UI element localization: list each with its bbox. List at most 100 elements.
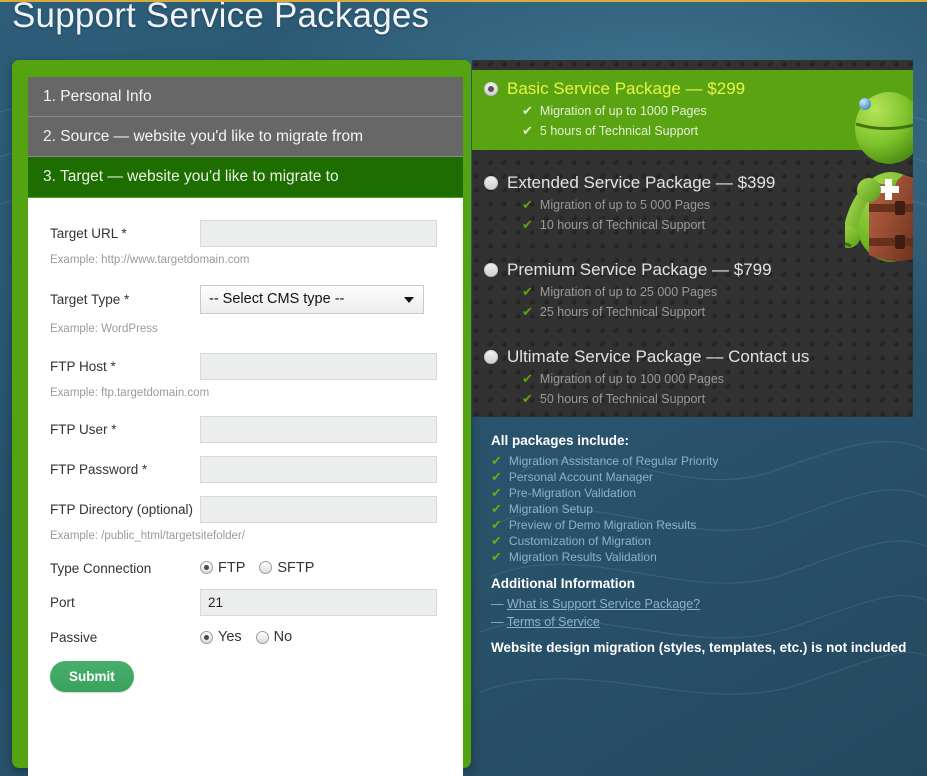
- check-icon: ✔: [491, 549, 502, 564]
- additional-information-heading: Additional Information: [491, 576, 635, 591]
- package-basic-title: Basic Service Package — $299: [507, 79, 746, 98]
- ftp-user-label: FTP User *: [50, 422, 117, 437]
- step-tab-personal-info[interactable]: 1. Personal Info: [28, 77, 463, 117]
- feature-text: 50 hours of Technical Support: [539, 392, 706, 406]
- step-tab-target[interactable]: 3. Target — website you'd like to migrat…: [28, 157, 463, 197]
- package-premium-feature-1: ✔ Migration of up to 25 000 Pages: [522, 284, 913, 300]
- include-item-label: Migration Setup: [508, 502, 593, 516]
- check-icon: ✔: [522, 371, 533, 386]
- package-ultimate-feature-2: ✔ 50 hours of Technical Support: [522, 391, 913, 407]
- target-url-input[interactable]: [200, 220, 437, 247]
- passive-radio-group: Yes No: [200, 628, 306, 646]
- link-what-is-support-service-package[interactable]: What is Support Service Package?: [507, 597, 700, 611]
- radio-package-extended[interactable]: [484, 176, 498, 190]
- include-item: ✔ Customization of Migration: [491, 533, 911, 549]
- target-type-selected-value: -- Select CMS type --: [209, 291, 345, 307]
- ftp-password-label: FTP Password *: [50, 462, 148, 477]
- include-item: ✔ Personal Account Manager: [491, 469, 911, 485]
- field-row-type-connection: Type Connection FTP SFTP: [28, 542, 463, 577]
- check-icon: ✔: [522, 123, 533, 138]
- type-connection-radio-group: FTP SFTP: [200, 559, 328, 577]
- field-row-target-url: Target URL *: [28, 198, 463, 247]
- ftp-directory-example: Example: /public_html/targetsitefolder/: [50, 530, 245, 542]
- radio-ftp[interactable]: [200, 561, 213, 575]
- package-extended-title: Extended Service Package — $399: [507, 173, 776, 192]
- include-item-label: Migration Assistance of Regular Priority: [508, 454, 719, 468]
- page-title: Support Service Packages: [12, 0, 430, 35]
- radio-package-premium[interactable]: [484, 263, 498, 277]
- include-item-label: Customization of Migration: [508, 534, 651, 548]
- radio-passive-no-label[interactable]: No: [274, 629, 293, 645]
- passive-label: Passive: [50, 629, 98, 645]
- check-icon: ✔: [491, 453, 502, 468]
- feature-text: Migration of up to 25 000 Pages: [539, 285, 718, 299]
- field-row-ftp-password: FTP Password *: [28, 443, 463, 483]
- check-icon: ✔: [491, 533, 502, 548]
- target-url-label: Target URL *: [50, 226, 127, 241]
- port-input[interactable]: [200, 589, 437, 617]
- check-icon: ✔: [522, 391, 533, 406]
- include-item: ✔ Preview of Demo Migration Results: [491, 517, 911, 533]
- design-migration-notice: Website design migration (styles, templa…: [491, 640, 907, 655]
- radio-sftp[interactable]: [259, 561, 273, 575]
- feature-text: Migration of up to 100 000 Pages: [539, 372, 725, 386]
- check-icon: ✔: [491, 501, 502, 516]
- chevron-down-icon: [404, 297, 414, 303]
- ftp-user-input[interactable]: [200, 416, 437, 443]
- dash-icon: —: [491, 597, 504, 611]
- ftp-host-input[interactable]: [200, 353, 437, 380]
- package-option-ultimate[interactable]: Ultimate Service Package — Contact us ✔ M…: [472, 338, 913, 417]
- additional-link-row: — Terms of Service: [491, 613, 911, 631]
- radio-sftp-label[interactable]: SFTP: [277, 560, 314, 576]
- check-icon: ✔: [491, 469, 502, 484]
- package-ultimate-feature-1: ✔ Migration of up to 100 000 Pages: [522, 371, 913, 387]
- include-item: ✔ Pre-Migration Validation: [491, 485, 911, 501]
- feature-text: 25 hours of Technical Support: [539, 305, 706, 319]
- check-icon: ✔: [522, 103, 533, 118]
- ftp-password-input[interactable]: [200, 456, 437, 483]
- includes-section: All packages include: ✔ Migration Assista…: [491, 433, 911, 655]
- target-url-example: Example: http://www.targetdomain.com: [50, 254, 250, 266]
- step-tab-source[interactable]: 2. Source — website you'd like to migrat…: [28, 117, 463, 157]
- mascot-illustration: [845, 92, 913, 262]
- field-row-passive: Passive Yes No: [28, 616, 463, 646]
- include-item-label: Migration Results Validation: [508, 550, 657, 564]
- radio-package-ultimate[interactable]: [484, 350, 498, 364]
- include-item: ✔ Migration Setup: [491, 501, 911, 517]
- package-ultimate-header: Ultimate Service Package — Contact us: [484, 347, 913, 367]
- includes-heading: All packages include:: [491, 433, 630, 448]
- radio-ftp-label[interactable]: FTP: [218, 560, 245, 576]
- check-icon: ✔: [522, 217, 533, 232]
- field-row-target-type: Target Type * -- Select CMS type --: [28, 266, 463, 314]
- radio-passive-yes-label[interactable]: Yes: [218, 629, 242, 645]
- migration-form-card: 1. Personal Info 2. Source — website you…: [12, 60, 471, 776]
- feature-text: Migration of up to 5 000 Pages: [539, 198, 711, 212]
- additional-link-row: — What is Support Service Package?: [491, 595, 911, 613]
- ftp-host-example: Example: ftp.targetdomain.com: [50, 387, 210, 399]
- radio-passive-yes[interactable]: [200, 630, 213, 644]
- field-row-ftp-directory: FTP Directory (optional): [28, 483, 463, 523]
- radio-package-basic[interactable]: [484, 82, 498, 96]
- target-form: Target URL * Example: http://www.targetd…: [28, 198, 463, 776]
- target-type-example: Example: WordPress: [50, 323, 158, 335]
- target-type-select[interactable]: -- Select CMS type --: [200, 285, 424, 314]
- check-icon: ✔: [491, 485, 502, 500]
- check-icon: ✔: [522, 304, 533, 319]
- feature-text: 5 hours of Technical Support: [539, 124, 699, 138]
- blue-dot-icon: [859, 98, 871, 110]
- package-ultimate-title: Ultimate Service Package — Contact us: [507, 347, 810, 366]
- link-terms-of-service[interactable]: Terms of Service: [507, 615, 600, 629]
- submit-button[interactable]: Submit: [50, 661, 134, 693]
- include-item: ✔ Migration Assistance of Regular Priorit…: [491, 453, 911, 469]
- include-item-label: Pre-Migration Validation: [508, 486, 637, 500]
- check-icon: ✔: [522, 284, 533, 299]
- field-row-port: Port: [28, 577, 463, 617]
- ftp-directory-label: FTP Directory (optional): [50, 502, 194, 517]
- feature-text: Migration of up to 1000 Pages: [539, 104, 707, 118]
- radio-passive-no[interactable]: [255, 630, 269, 644]
- check-icon: ✔: [491, 517, 502, 532]
- port-label: Port: [50, 595, 75, 611]
- app-window: Support Service Packages 1. Personal Inf…: [0, 0, 927, 776]
- type-connection-label: Type Connection: [50, 560, 152, 576]
- ftp-directory-input[interactable]: [200, 496, 437, 523]
